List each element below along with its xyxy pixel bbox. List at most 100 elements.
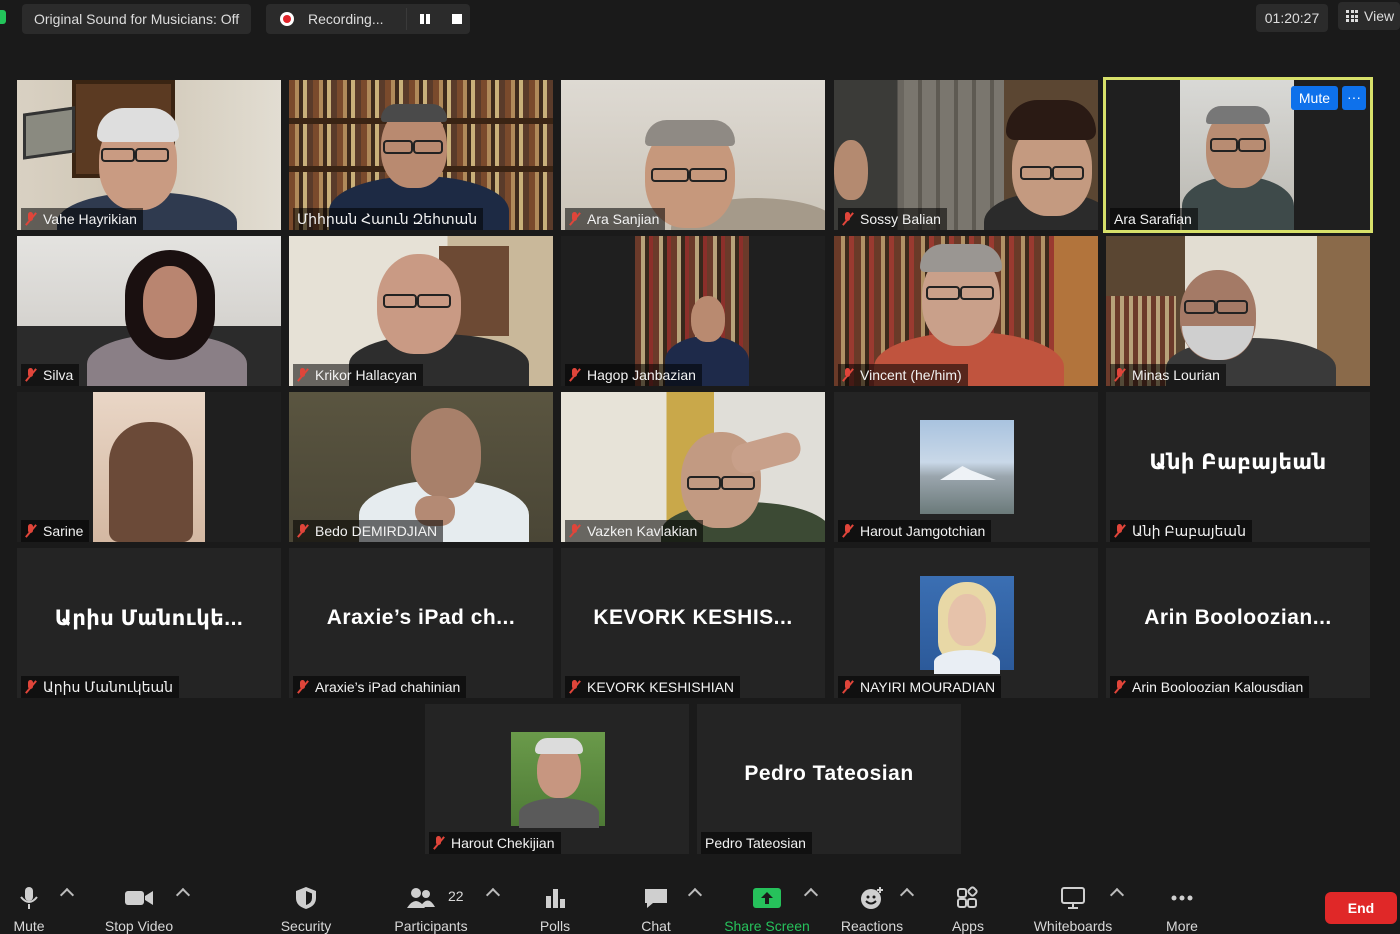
share-screen-button[interactable]: Share Screen xyxy=(720,876,814,934)
video-tile[interactable]: Vincent (he/him) xyxy=(834,236,1098,386)
video-tile[interactable]: Vahe Hayrikian xyxy=(17,80,281,230)
participant-name: Arin Booloozian Kalousdian xyxy=(1132,679,1304,695)
participant-name: Hagop Janbazian xyxy=(587,367,696,383)
participant-name: Araxie’s iPad chahinian xyxy=(315,679,461,695)
participant-count-badge: 22 xyxy=(448,888,464,904)
video-tile[interactable]: NAYIRI MOURADIAN xyxy=(834,548,1098,698)
participant-display-name: Arin Booloozian... xyxy=(1144,606,1332,629)
participant-name-tag: Ara Sarafian xyxy=(1110,208,1198,230)
stop-recording-icon[interactable] xyxy=(452,14,462,24)
mute-participant-button[interactable]: Mute xyxy=(1290,86,1338,110)
participant-name: NAYIRI MOURADIAN xyxy=(860,679,996,695)
video-tile[interactable]: Bedo DEMIRDJIAN xyxy=(289,392,553,542)
chevron-up-icon[interactable] xyxy=(59,887,75,903)
more-button[interactable]: More xyxy=(1154,876,1210,934)
video-tile[interactable]: Sarine xyxy=(17,392,281,542)
video-tile[interactable]: Արիս Մանուկե... Արիս Մանուկեան xyxy=(17,548,281,698)
participant-display-name: KEVORK KESHIS... xyxy=(593,606,793,629)
recording-indicator: Recording... xyxy=(266,4,470,34)
participant-name: Harout Chekijian xyxy=(451,835,555,851)
video-tile[interactable]: Harout Chekijian xyxy=(425,704,689,854)
apps-label: Apps xyxy=(952,918,984,934)
security-label: Security xyxy=(280,918,332,934)
shield-icon xyxy=(296,887,316,909)
participant-name: Sossy Balian xyxy=(860,211,941,227)
participant-name-tag: Silva xyxy=(21,364,80,386)
video-tile[interactable]: Arin Booloozian... Arin Booloozian Kalou… xyxy=(1106,548,1370,698)
chevron-up-icon[interactable] xyxy=(485,887,501,903)
video-tile[interactable]: Araxie’s iPad ch... Araxie’s iPad chahin… xyxy=(289,548,553,698)
reactions-button[interactable]: Reactions xyxy=(836,876,908,934)
video-tile[interactable]: Hagop Janbazian xyxy=(561,236,825,386)
end-meeting-button[interactable]: End xyxy=(1325,892,1397,924)
participant-name: Krikor Hallacyan xyxy=(315,367,417,383)
encryption-shield-icon[interactable] xyxy=(0,10,6,24)
reactions-label: Reactions xyxy=(840,918,904,934)
participant-name: Bedo DEMIRDJIAN xyxy=(315,523,438,539)
video-tile[interactable]: KEVORK KESHIS... KEVORK KESHISHIAN xyxy=(561,548,825,698)
chat-bubble-icon xyxy=(645,889,667,908)
participant-name: Ara Sarafian xyxy=(1114,211,1192,227)
mute-button[interactable]: Mute xyxy=(0,876,58,934)
participant-name-tag: Արիս Մանուկեան xyxy=(21,676,180,698)
polls-label: Polls xyxy=(539,918,571,934)
video-tile[interactable]: Vazken Kavlakian xyxy=(561,392,825,542)
participant-name-tag: Harout Jamgotchian xyxy=(838,520,992,542)
polls-button[interactable]: Polls xyxy=(526,876,584,934)
mic-muted-icon xyxy=(25,524,37,538)
video-tile[interactable]: Silva xyxy=(17,236,281,386)
participant-name: Sarine xyxy=(43,523,84,539)
mic-muted-icon xyxy=(297,680,309,694)
more-label: More xyxy=(1166,918,1198,934)
polls-chart-icon xyxy=(546,889,565,908)
video-tile[interactable]: Միհրան Հաուն Զեհտան xyxy=(289,80,553,230)
meeting-top-bar: Original Sound for Musicians: Off Record… xyxy=(0,0,1400,40)
mic-muted-icon xyxy=(297,524,309,538)
view-label: View xyxy=(1364,8,1395,24)
apps-button[interactable]: Apps xyxy=(940,876,996,934)
participant-name-tag: Harout Chekijian xyxy=(429,832,561,854)
participant-name: Միհրան Հաուն Զեհտան xyxy=(297,211,478,227)
video-tile[interactable]: Sossy Balian xyxy=(834,80,1098,230)
participant-name-tag: Araxie’s iPad chahinian xyxy=(293,676,467,698)
participant-display-name: Pedro Tateosian xyxy=(744,762,914,785)
participant-name-tag: NAYIRI MOURADIAN xyxy=(838,676,1002,698)
mic-muted-icon xyxy=(297,368,309,382)
whiteboard-icon xyxy=(1061,887,1085,909)
participant-name-tag: Ara Sanjian xyxy=(565,208,666,230)
participant-name: Minas Lourian xyxy=(1132,367,1220,383)
video-tile[interactable]: Ara Sanjian xyxy=(561,80,825,230)
participant-name: Vahe Hayrikian xyxy=(43,211,137,227)
video-tile[interactable]: Pedro Tateosian Pedro Tateosian xyxy=(697,704,961,854)
chevron-up-icon[interactable] xyxy=(687,887,703,903)
mic-muted-icon xyxy=(1114,680,1126,694)
original-sound-toggle[interactable]: Original Sound for Musicians: Off xyxy=(22,4,252,34)
record-dot-icon xyxy=(280,12,294,26)
participant-name: Pedro Tateosian xyxy=(705,835,806,851)
whiteboards-button[interactable]: Whiteboards xyxy=(1028,876,1118,934)
stop-video-button[interactable]: Stop Video xyxy=(96,876,182,934)
participant-display-name: Արիս Մանուկե... xyxy=(54,607,244,630)
share-screen-icon xyxy=(753,888,781,908)
security-button[interactable]: Security xyxy=(270,876,342,934)
participant-name: Silva xyxy=(43,367,74,383)
more-options-button[interactable]: ··· xyxy=(1342,86,1366,110)
participant-name: Անի Բաբայեան xyxy=(1132,523,1246,539)
video-tile[interactable]: Minas Lourian xyxy=(1106,236,1370,386)
view-button[interactable]: View xyxy=(1338,2,1400,30)
stop-video-label: Stop Video xyxy=(104,918,174,934)
participant-name-tag: Pedro Tateosian xyxy=(701,832,812,854)
participant-name-tag: Arin Booloozian Kalousdian xyxy=(1110,676,1310,698)
video-tile[interactable]: Harout Jamgotchian xyxy=(834,392,1098,542)
participant-name-tag: Անի Բաբայեան xyxy=(1110,520,1252,542)
video-tile[interactable]: Անի Բաբայեան Անի Բաբայեան xyxy=(1106,392,1370,542)
participant-name: Harout Jamgotchian xyxy=(860,523,986,539)
participant-name-tag: Bedo DEMIRDJIAN xyxy=(293,520,444,542)
pause-recording-icon[interactable] xyxy=(418,12,432,26)
microphone-icon xyxy=(20,887,38,909)
mic-muted-icon xyxy=(842,524,854,538)
participants-button[interactable]: 22 Participants xyxy=(390,876,472,934)
active-speaker-tile[interactable]: Mute ··· Ara Sarafian xyxy=(1103,77,1373,233)
chat-button[interactable]: Chat xyxy=(626,876,686,934)
video-tile[interactable]: Krikor Hallacyan xyxy=(289,236,553,386)
